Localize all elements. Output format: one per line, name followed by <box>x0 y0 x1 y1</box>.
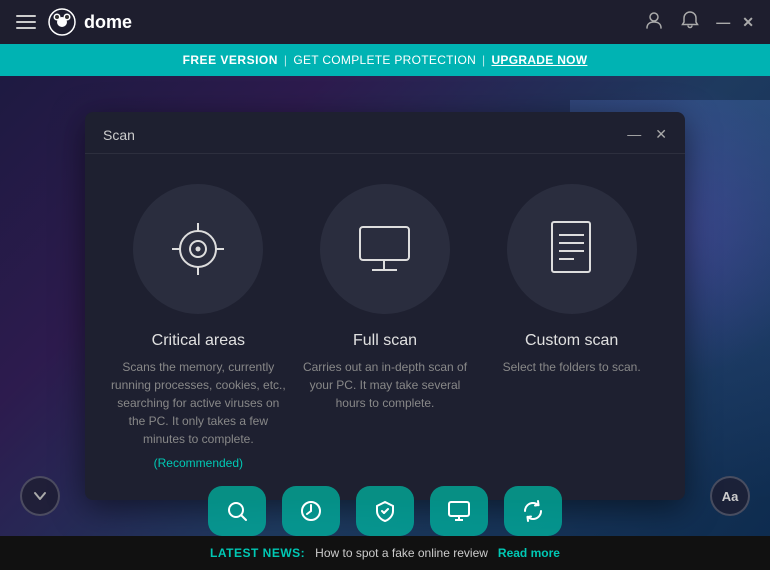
bottom-icons-row <box>0 486 770 536</box>
shield-bottom-button[interactable] <box>356 486 414 536</box>
account-icon[interactable] <box>644 10 664 35</box>
close-button[interactable]: ✕ <box>742 14 754 31</box>
banner-divider2: | <box>482 53 485 67</box>
custom-scan-icon-circle <box>507 184 637 314</box>
logo: dome <box>48 8 132 36</box>
shield-bottom-icon <box>373 499 397 523</box>
scan-options: Critical areas Scans the memory, current… <box>85 154 685 500</box>
custom-scan-icon <box>544 217 599 282</box>
notification-icon[interactable] <box>680 10 700 35</box>
scan-modal: Scan — ✕ <box>85 112 685 500</box>
topbar-left: dome <box>16 8 132 36</box>
upgrade-banner: FREE VERSION | GET COMPLETE PROTECTION |… <box>0 44 770 76</box>
search-bottom-icon <box>225 499 249 523</box>
banner-divider1: | <box>284 53 287 67</box>
critical-areas-desc: Scans the memory, currently running proc… <box>108 358 288 448</box>
upgrade-now-button[interactable]: UPGRADE NOW <box>491 53 587 67</box>
search-bottom-button[interactable] <box>208 486 266 536</box>
refresh-bottom-button[interactable] <box>504 486 562 536</box>
custom-scan-desc: Select the folders to scan. <box>503 358 641 376</box>
critical-areas-icon-circle <box>133 184 263 314</box>
main-area: Scan — ✕ <box>0 76 770 536</box>
protection-text: GET COMPLETE PROTECTION <box>293 53 476 67</box>
read-more-link[interactable]: Read more <box>498 546 560 560</box>
topbar: dome — ✕ <box>0 0 770 44</box>
refresh-bottom-icon <box>521 499 545 523</box>
full-scan-icon-circle <box>320 184 450 314</box>
critical-areas-recommended: (Recommended) <box>154 456 243 470</box>
full-scan-desc: Carries out an in-depth scan of your PC.… <box>295 358 475 412</box>
window-controls: — ✕ <box>716 14 754 31</box>
full-scan-title: Full scan <box>353 332 417 350</box>
critical-areas-icon <box>168 219 228 279</box>
history-bottom-button[interactable] <box>282 486 340 536</box>
news-bar: LATEST NEWS: How to spot a fake online r… <box>0 536 770 570</box>
full-scan-option[interactable]: Full scan Carries out an in-depth scan o… <box>295 184 475 412</box>
custom-scan-title: Custom scan <box>525 332 618 350</box>
free-version-label: FREE VERSION <box>183 53 278 67</box>
full-scan-icon <box>352 222 417 277</box>
logo-icon <box>48 8 76 36</box>
critical-areas-option[interactable]: Critical areas Scans the memory, current… <box>108 184 288 470</box>
topbar-right: — ✕ <box>644 10 754 35</box>
scan-modal-controls: — ✕ <box>627 126 667 143</box>
monitor-bottom-button[interactable] <box>430 486 488 536</box>
minimize-button[interactable]: — <box>716 14 730 30</box>
logo-text: dome <box>84 12 132 33</box>
monitor-bottom-icon <box>447 499 471 523</box>
news-headline: How to spot a fake online review <box>315 546 488 560</box>
modal-close-button[interactable]: ✕ <box>655 126 667 143</box>
critical-areas-title: Critical areas <box>152 332 245 350</box>
modal-minimize-button[interactable]: — <box>627 126 641 143</box>
custom-scan-option[interactable]: Custom scan Select the folders to scan. <box>482 184 662 376</box>
history-bottom-icon <box>299 499 323 523</box>
news-label: LATEST NEWS: <box>210 546 305 560</box>
scan-modal-header: Scan — ✕ <box>85 112 685 154</box>
hamburger-menu[interactable] <box>16 15 36 29</box>
scan-modal-title: Scan <box>103 127 135 143</box>
